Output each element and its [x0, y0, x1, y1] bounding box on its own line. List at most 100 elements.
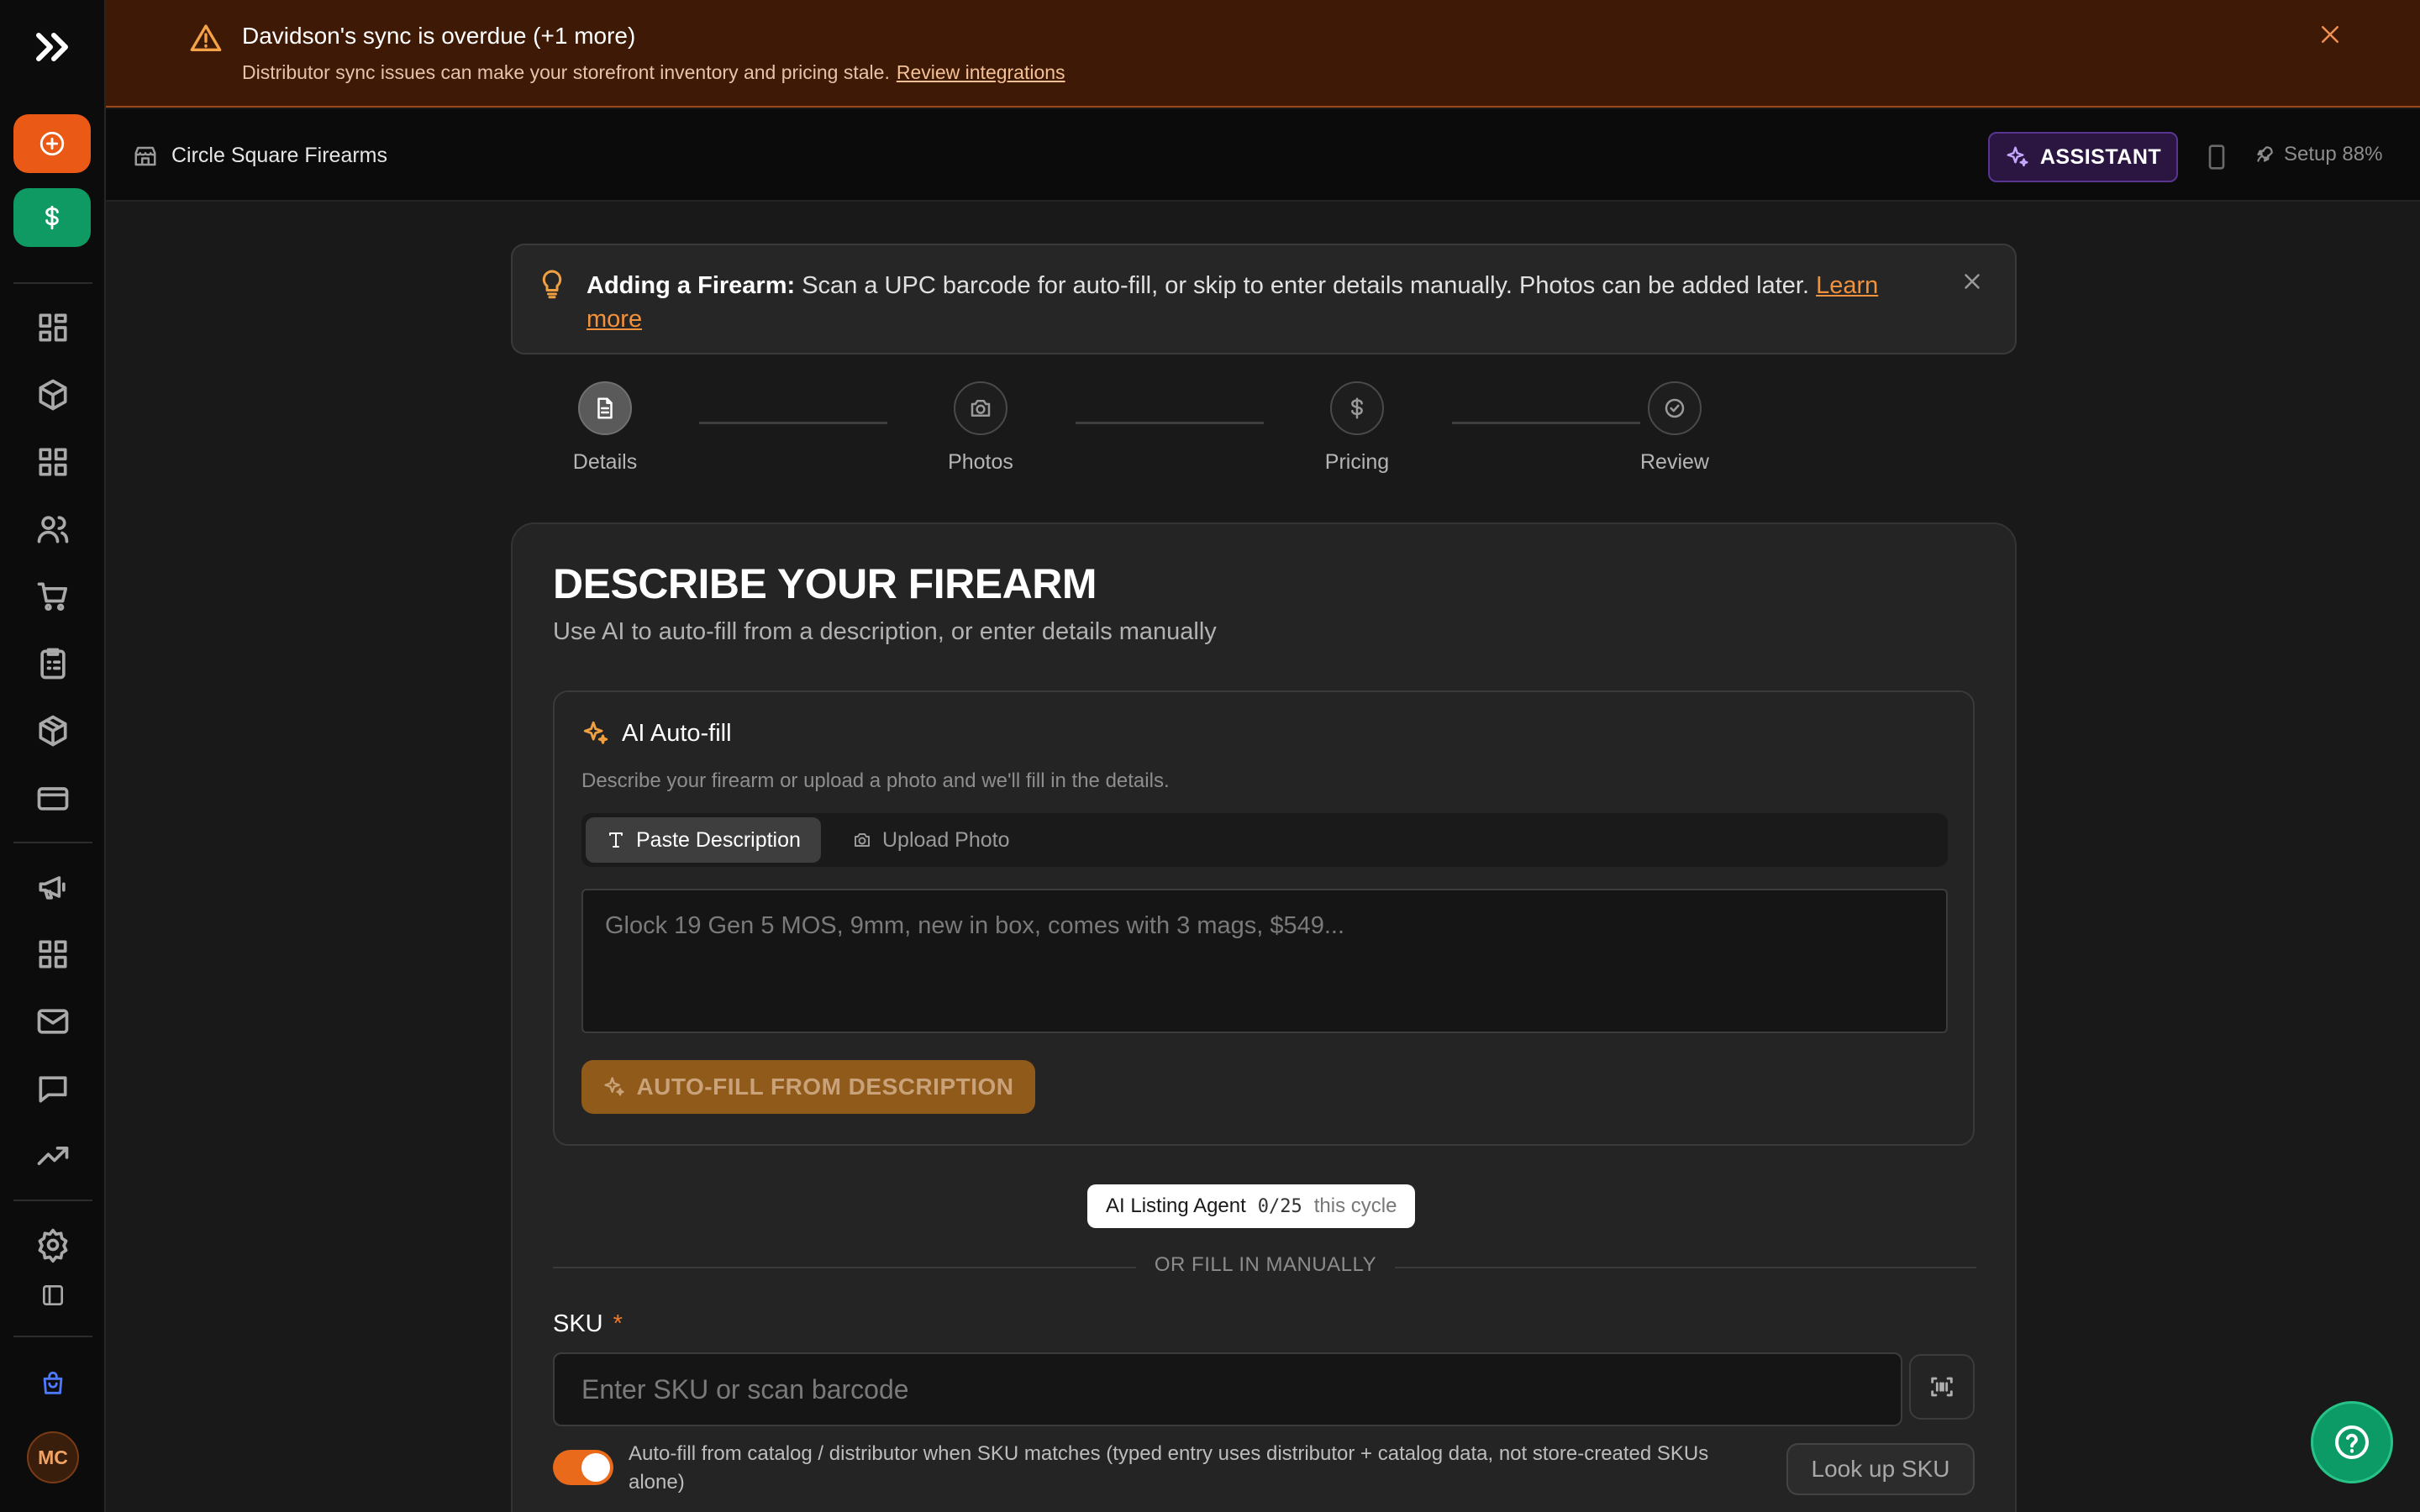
storefront-bag-icon[interactable] [39, 1369, 67, 1398]
add-item-button[interactable] [13, 114, 91, 173]
ai-autofill-description: Describe your firearm or upload a photo … [581, 769, 1170, 792]
customers-icon[interactable] [34, 511, 71, 548]
tab-label: Upload Photo [882, 827, 1010, 852]
step-details[interactable]: Details [538, 381, 672, 475]
step-connector [699, 422, 887, 424]
barcode-scan-icon [1931, 1377, 1953, 1397]
mail-icon[interactable] [34, 1003, 71, 1040]
sku-label: SKU * [553, 1310, 623, 1338]
look-up-sku-button[interactable]: Look up SKU [1786, 1443, 1975, 1495]
user-avatar[interactable]: MC [27, 1431, 79, 1483]
agent-period: this cycle [1313, 1194, 1397, 1217]
inventory-box-icon[interactable] [34, 712, 71, 749]
plus-circle-icon [39, 131, 65, 156]
camera-icon [852, 830, 872, 850]
description-textarea[interactable] [581, 889, 1948, 1033]
step-connector [1076, 422, 1264, 424]
warning-title: Davidson's sync is overdue (+1 more) [242, 23, 636, 49]
step-label: Pricing [1324, 450, 1390, 474]
widgets-icon[interactable] [34, 936, 71, 973]
close-icon[interactable] [2317, 22, 2343, 47]
warning-message-text: Distributor sync issues can make your st… [242, 61, 890, 83]
store-icon [133, 144, 158, 169]
close-icon[interactable] [1960, 269, 1985, 294]
mobile-preview-icon[interactable] [2207, 144, 2227, 171]
step-label: Review [1640, 450, 1709, 474]
setup-label: Setup 88% [2284, 143, 2383, 165]
grid-apps-icon[interactable] [34, 444, 71, 480]
describe-firearm-card: DESCRIBE YOUR FIREARM Use AI to auto-fil… [511, 522, 2017, 1512]
adding-firearm-tip: Adding a Firearm: Scan a UPC barcode for… [511, 244, 2017, 354]
sparkles-icon [602, 1075, 626, 1099]
catalog-autofill-text: Auto-fill from catalog / distributor whe… [629, 1442, 1709, 1494]
autofill-from-description-button[interactable]: AUTO-FILL FROM DESCRIPTION [581, 1060, 1035, 1114]
camera-icon [954, 381, 1007, 435]
megaphone-icon[interactable] [34, 869, 71, 906]
assistant-label: ASSISTANT [2039, 144, 2162, 169]
dashboard-icon[interactable] [34, 309, 71, 346]
tab-label: Paste Description [636, 827, 801, 852]
sidebar-divider [13, 282, 92, 284]
sidebar-divider [13, 842, 92, 843]
sparkles-icon [581, 719, 610, 748]
lightbulb-icon [539, 269, 565, 299]
sync-warning-banner: Davidson's sync is overdue (+1 more) Dis… [106, 0, 2420, 108]
help-question-icon [2335, 1425, 2369, 1459]
tip-text: Adding a Firearm: Scan a UPC barcode for… [587, 269, 1939, 336]
ai-autofill-header: AI Auto-fill [581, 719, 732, 748]
catalog-autofill-toggle[interactable] [553, 1450, 613, 1485]
check-circle-icon [1648, 381, 1702, 435]
step-label: Photos [948, 450, 1013, 474]
ai-listing-agent-usage: AI Listing Agent 0/25 this cycle [1087, 1184, 1416, 1228]
sidebar-divider [13, 1336, 92, 1337]
setup-progress[interactable]: Setup 88% [2254, 143, 2382, 166]
top-header: Circle Square Firearms ASSISTANT Setup 8… [106, 109, 2420, 202]
dollar-icon [45, 205, 59, 230]
sidebar-toggle-icon[interactable] [39, 1282, 66, 1309]
text-type-icon [606, 830, 626, 850]
step-pricing[interactable]: Pricing [1290, 381, 1424, 475]
expand-chevrons-icon[interactable] [35, 32, 72, 62]
ai-autofill-title: AI Auto-fill [622, 719, 732, 747]
sku-input[interactable] [553, 1352, 1902, 1426]
dollar-icon [1330, 381, 1384, 435]
ai-autofill-panel: AI Auto-fill Describe your firearm or up… [553, 690, 1975, 1146]
sidebar: MC [0, 0, 106, 1512]
products-box-icon[interactable] [34, 376, 71, 413]
cart-icon[interactable] [34, 578, 71, 615]
credit-card-icon[interactable] [34, 780, 71, 816]
warning-message: Distributor sync issues can make your st… [242, 61, 1065, 84]
manual-divider: OR FILL IN MANUALLY [513, 1253, 2018, 1277]
ai-input-tabs: Paste Description Upload Photo [581, 813, 1948, 867]
step-label: Details [572, 450, 638, 474]
agent-name: AI Listing Agent [1106, 1194, 1246, 1217]
agent-count: 0/25 [1257, 1195, 1302, 1217]
chat-icon[interactable] [34, 1070, 71, 1107]
assistant-button[interactable]: ASSISTANT [1988, 132, 2178, 182]
manual-divider-label: OR FILL IN MANUALLY [1135, 1253, 1396, 1276]
review-integrations-link[interactable]: Review integrations [897, 61, 1065, 83]
help-button[interactable] [2311, 1401, 2393, 1483]
document-icon [578, 381, 632, 435]
rocket-icon [2254, 144, 2275, 165]
page-title: DESCRIBE YOUR FIREARM [553, 560, 1097, 607]
page-subtitle: Use AI to auto-fill from a description, … [553, 618, 1217, 645]
store-name[interactable]: Circle Square Firearms [171, 144, 387, 168]
clipboard-list-icon[interactable] [34, 645, 71, 682]
autofill-button-label: AUTO-FILL FROM DESCRIPTION [636, 1074, 1014, 1100]
trending-up-icon[interactable] [34, 1137, 71, 1174]
step-review[interactable]: Review [1607, 381, 1742, 475]
settings-gear-icon[interactable] [34, 1226, 71, 1263]
warning-triangle-icon [188, 22, 224, 55]
tip-title: Adding a Firearm: [587, 272, 796, 299]
step-photos[interactable]: Photos [913, 381, 1048, 475]
scan-barcode-button[interactable] [1909, 1354, 1975, 1420]
tab-upload-photo[interactable]: Upload Photo [832, 817, 1030, 863]
sku-label-text: SKU [553, 1310, 603, 1337]
sidebar-divider [13, 1200, 92, 1201]
tip-body: Scan a UPC barcode for auto-fill, or ski… [802, 272, 1810, 299]
sales-button[interactable] [13, 188, 91, 247]
tab-paste-description[interactable]: Paste Description [586, 817, 821, 863]
required-mark: * [613, 1310, 623, 1337]
sparkles-icon [2005, 144, 2030, 170]
